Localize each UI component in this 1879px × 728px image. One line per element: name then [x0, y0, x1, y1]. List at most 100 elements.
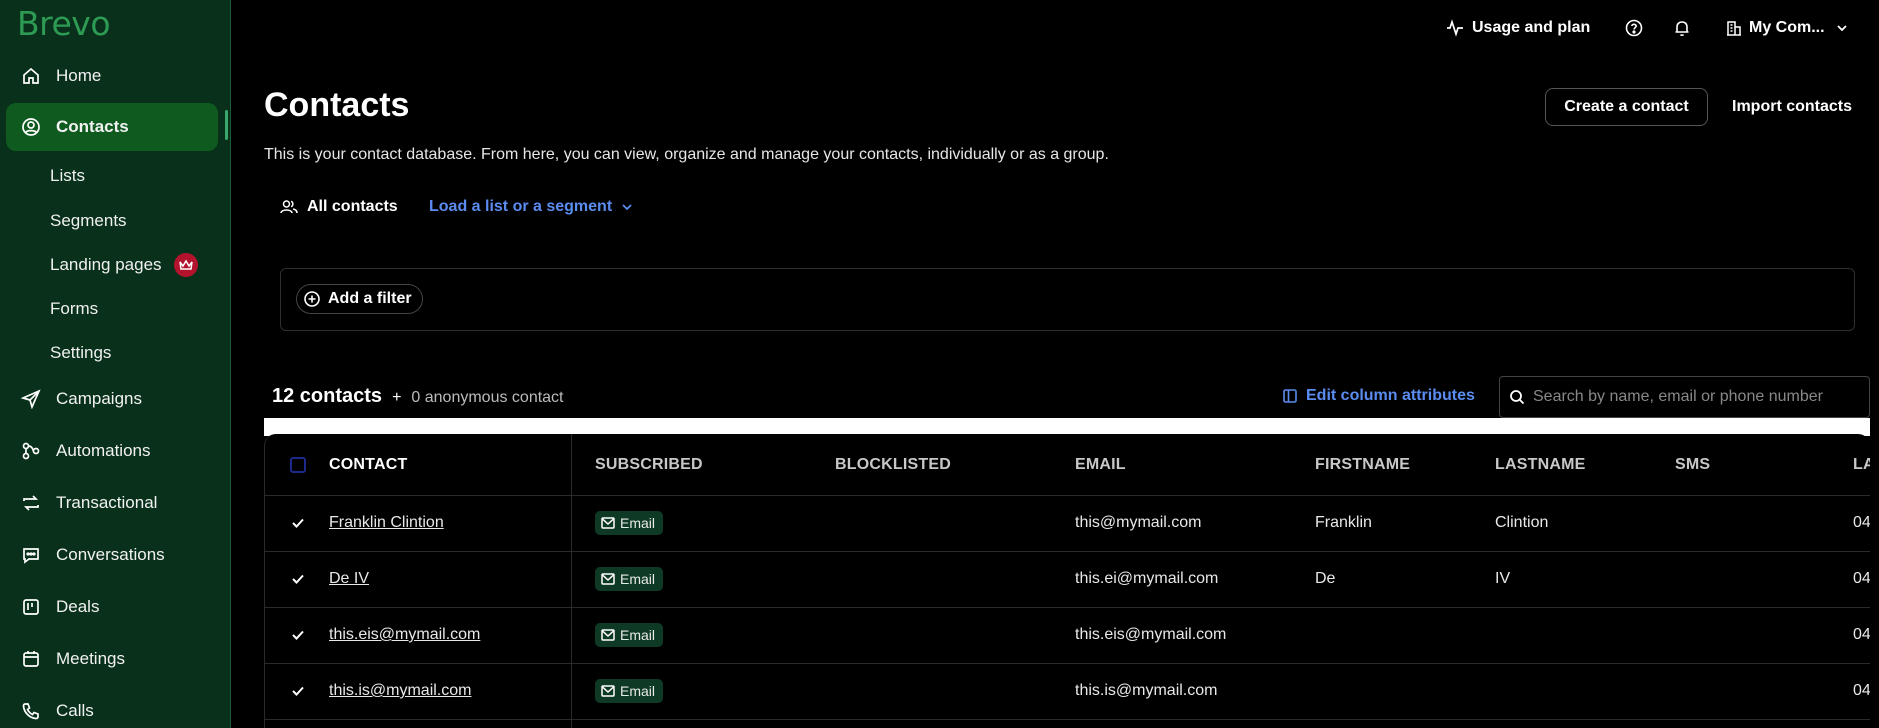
select-all-checkbox[interactable] [290, 457, 306, 473]
header-sms[interactable]: SMS [1675, 456, 1710, 474]
table-row[interactable]: this.is@mymail.com Email this.is@mymail.… [265, 664, 1870, 720]
cell-email: this.ei@mymail.com [1075, 570, 1219, 587]
company-name: My Com... [1749, 19, 1825, 36]
table-row[interactable]: Franklin Clintion Email this@mymail.com … [265, 496, 1870, 552]
row-checkbox[interactable] [290, 627, 306, 643]
cell-firstname: Franklin [1315, 514, 1372, 531]
table-row[interactable]: De IV Email this.ei@mymail.com De IV 04 [265, 552, 1870, 608]
cell-firstname: De [1315, 570, 1336, 587]
columns-icon [1283, 389, 1297, 403]
check-icon [292, 518, 304, 528]
table-row[interactable]: this.eis@mymail.com Email this.eis@mymai… [265, 608, 1870, 664]
nav-meetings[interactable]: Meetings [6, 635, 218, 683]
filter-panel: Add a filter [280, 268, 1855, 331]
contact-name-link[interactable]: Franklin Clintion [329, 514, 444, 532]
bell-icon [1675, 21, 1689, 37]
crown-icon [173, 253, 198, 277]
subscribed-badge-label: Email [620, 683, 656, 699]
check-icon [292, 574, 304, 584]
nav-home-label: Home [56, 66, 102, 85]
anonymous-count: 0 anonymous contact [411, 389, 564, 406]
nav-landing-pages[interactable]: Landing pages [50, 253, 198, 277]
cell-lastname: Clintion [1495, 514, 1549, 531]
check-icon [292, 686, 304, 696]
mail-icon [601, 629, 615, 641]
tab-all-contacts[interactable]: All contacts [280, 198, 398, 216]
usage-and-plan-link[interactable]: Usage and plan [1446, 16, 1590, 40]
create-contact-button[interactable]: Create a contact [1545, 88, 1708, 126]
cell-email: this@mymail.com [1075, 514, 1202, 531]
contact-name-link[interactable]: this.eis@mymail.com [329, 626, 480, 644]
nav-conversations[interactable]: Conversations [6, 531, 218, 579]
contacts-count-label: 12 contacts [272, 385, 383, 407]
edit-column-attributes-label: Edit column attributes [1306, 387, 1475, 404]
add-filter-button[interactable]: Add a filter [296, 284, 423, 314]
usage-and-plan-label: Usage and plan [1472, 19, 1591, 36]
nav-campaigns[interactable]: Campaigns [6, 375, 218, 423]
nav-landing-pages-label: Landing pages [50, 255, 162, 274]
send-icon [18, 388, 44, 410]
search-input[interactable] [1533, 388, 1853, 406]
cell-last: 04 [1853, 682, 1870, 699]
nav-meetings-label: Meetings [56, 649, 125, 668]
search-icon [1510, 390, 1525, 405]
header-firstname[interactable]: FIRSTNAME [1315, 456, 1410, 474]
phone-icon [18, 700, 44, 722]
help-button[interactable] [1625, 16, 1643, 40]
cell-email: this.eis@mymail.com [1075, 626, 1227, 643]
chevron-down-icon [622, 204, 632, 211]
nav-automations[interactable]: Automations [6, 427, 218, 475]
activity-icon [1447, 19, 1463, 37]
subscribed-badge-label: Email [620, 571, 656, 587]
nav-home[interactable]: Home [6, 52, 218, 100]
sidebar: Brevo Home Contacts Lists Segments Landi… [0, 0, 231, 728]
app-root: Brevo Home Contacts Lists Segments Landi… [0, 0, 1879, 728]
brevo-logo[interactable]: Brevo [17, 4, 111, 43]
nav-transactional[interactable]: Transactional [6, 479, 218, 527]
users-icon [280, 200, 298, 214]
header-contact[interactable]: CONTACT [329, 456, 407, 474]
nav-automations-label: Automations [56, 441, 151, 460]
nav-transactional-label: Transactional [56, 493, 158, 512]
notifications-button[interactable] [1673, 16, 1691, 40]
company-menu[interactable]: My Com... [1726, 16, 1849, 40]
header-last[interactable]: LA [1853, 456, 1870, 474]
nav-calls-label: Calls [56, 701, 94, 720]
nav-settings[interactable]: Settings [50, 341, 111, 365]
contacts-count: 12 contacts + 0 anonymous contact [272, 385, 564, 408]
header-email[interactable]: EMAIL [1075, 456, 1126, 474]
nav-segments[interactable]: Segments [50, 209, 127, 233]
kanban-icon [18, 596, 44, 618]
nav-deals-label: Deals [56, 597, 100, 616]
page-title: Contacts [264, 86, 410, 124]
header-subscribed[interactable]: SUBSCRIBED [595, 456, 703, 474]
load-list-segment-dropdown[interactable]: Load a list or a segment [429, 198, 634, 216]
chat-icon [18, 544, 44, 566]
subscribed-badge: Email [595, 511, 664, 535]
nav-calls[interactable]: Calls [6, 687, 218, 728]
help-icon [1625, 19, 1643, 37]
contact-name-link[interactable]: this.is@mymail.com [329, 682, 471, 700]
cell-last: 04 [1853, 514, 1870, 531]
nav-deals[interactable]: Deals [6, 583, 218, 631]
contacts-table: CONTACT SUBSCRIBED BLOCKLISTED EMAIL FIR… [264, 434, 1870, 728]
contact-name-link[interactable]: De IV [329, 570, 369, 588]
nav-lists[interactable]: Lists [50, 164, 85, 188]
cell-last: 04 [1853, 626, 1870, 643]
contact-search[interactable] [1499, 376, 1870, 418]
import-contacts-button[interactable]: Import contacts [1732, 88, 1852, 126]
nav-contacts[interactable]: Contacts [6, 103, 218, 151]
automation-icon [18, 440, 44, 462]
nav-forms[interactable]: Forms [50, 297, 98, 321]
row-checkbox[interactable] [290, 515, 306, 531]
tab-all-contacts-label: All contacts [307, 198, 398, 215]
cell-lastname: IV [1495, 570, 1511, 587]
mail-icon [601, 685, 615, 697]
header-blocklisted[interactable]: BLOCKLISTED [835, 456, 951, 474]
header-lastname[interactable]: LASTNAME [1495, 456, 1585, 474]
edit-column-attributes-button[interactable]: Edit column attributes [1282, 387, 1475, 405]
subscribed-badge: Email [595, 567, 664, 591]
row-checkbox[interactable] [290, 683, 306, 699]
row-checkbox[interactable] [290, 571, 306, 587]
mail-icon [601, 573, 615, 585]
